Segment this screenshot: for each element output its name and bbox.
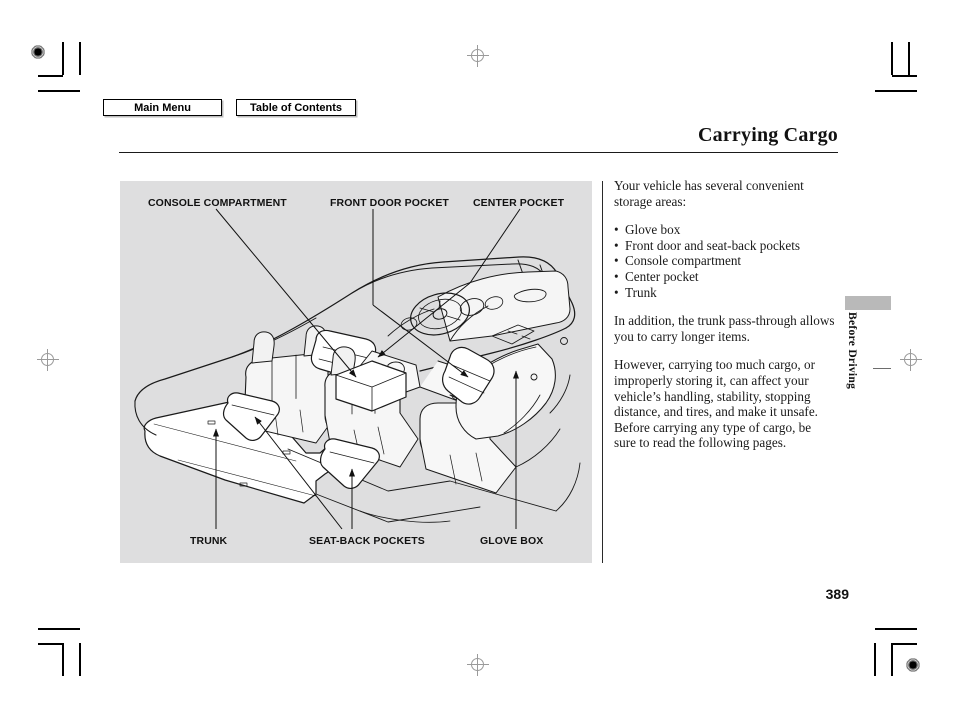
crop-mark <box>38 90 80 92</box>
figure-label-glove-box: GLOVE BOX <box>480 535 544 547</box>
paragraph-pass-through: In addition, the trunk pass-through allo… <box>614 313 835 344</box>
crop-mark <box>79 643 81 676</box>
crop-mark <box>79 42 81 75</box>
list-item: Glove box <box>614 222 836 238</box>
list-item: Console compartment <box>614 253 836 269</box>
registration-target-right <box>900 349 922 371</box>
crop-mark <box>38 75 63 77</box>
body-text-column: Your vehicle has several convenient stor… <box>614 178 836 464</box>
registration-target-bottom <box>467 654 489 676</box>
column-divider <box>602 181 604 563</box>
leader-center-pocket-stem <box>469 208 521 284</box>
table-of-contents-button[interactable]: Table of Contents <box>236 99 356 116</box>
figure-label-front-door-pocket: FRONT DOOR POCKET <box>330 197 449 209</box>
crop-mark <box>892 643 917 645</box>
title-divider <box>119 152 838 154</box>
crop-mark <box>891 643 893 676</box>
crop-mark <box>908 42 910 75</box>
paragraph-warning: However, carrying too much cargo, or imp… <box>614 357 818 451</box>
crop-mark <box>875 90 917 92</box>
crop-mark <box>875 628 917 630</box>
page-title: Carrying Cargo <box>698 124 838 146</box>
figure-label-console-compartment: CONSOLE COMPARTMENT <box>148 197 287 209</box>
list-item: Trunk <box>614 285 836 301</box>
registration-burst-top-left <box>28 42 48 62</box>
crop-mark <box>38 643 63 645</box>
navigation-bar: Main Menu Table of Contents <box>103 99 356 116</box>
car-interior-illustration <box>134 208 581 530</box>
side-tab-label: Before Driving <box>846 312 858 390</box>
side-tab-rule <box>873 368 891 369</box>
crop-mark <box>62 42 64 75</box>
figure-label-trunk: TRUNK <box>190 535 228 547</box>
leader-console-compartment <box>215 208 357 378</box>
figure-label-center-pocket: CENTER POCKET <box>473 197 565 209</box>
crop-mark <box>38 628 80 630</box>
intro-paragraph: Your vehicle has several convenient stor… <box>614 178 804 209</box>
side-tab-block <box>845 296 891 310</box>
crop-mark <box>891 42 893 75</box>
list-item: Front door and seat-back pockets <box>614 238 836 254</box>
crop-mark <box>892 75 917 77</box>
page-number: 389 <box>825 586 849 602</box>
main-menu-button[interactable]: Main Menu <box>103 99 222 116</box>
storage-areas-list: Glove box Front door and seat-back pocke… <box>614 222 836 300</box>
crop-mark <box>874 643 876 676</box>
manual-page: Main Menu Table of Contents Carrying Car… <box>0 0 954 710</box>
registration-burst-bottom-right <box>903 655 923 675</box>
figure-label-seat-back-pockets: SEAT-BACK POCKETS <box>309 535 425 547</box>
registration-target-top <box>467 45 489 67</box>
cargo-storage-figure: CONSOLE COMPARTMENT FRONT DOOR POCKET CE… <box>120 181 592 563</box>
list-item: Center pocket <box>614 269 836 285</box>
crop-mark <box>62 643 64 676</box>
registration-target-left <box>37 349 59 371</box>
